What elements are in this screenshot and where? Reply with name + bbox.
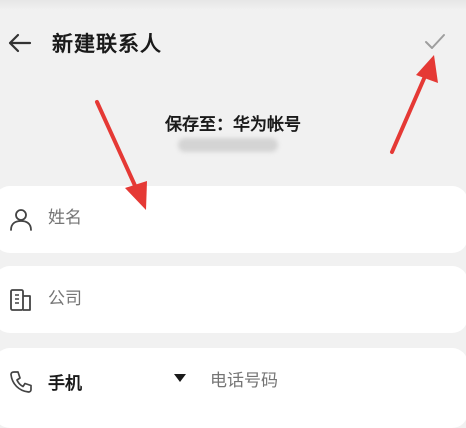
phone-field[interactable]: 手机: [0, 348, 466, 428]
page-title: 新建联系人: [52, 32, 162, 56]
phone-icon: [10, 371, 32, 393]
confirm-button[interactable]: [420, 28, 450, 56]
phone-type-selector[interactable]: 手机: [48, 369, 82, 394]
app-header: 新建联系人: [0, 0, 466, 90]
person-icon: [10, 209, 32, 231]
caret-down-icon[interactable]: [174, 373, 186, 383]
save-location-label[interactable]: 保存至：华为帐号: [0, 110, 466, 135]
company-input[interactable]: [48, 289, 408, 309]
company-field[interactable]: [0, 266, 466, 333]
check-icon: [425, 34, 445, 49]
phone-number-input[interactable]: [210, 371, 430, 391]
back-button[interactable]: [4, 28, 34, 58]
name-input[interactable]: [48, 208, 408, 228]
name-field[interactable]: [0, 186, 466, 253]
account-id-blurred: [178, 138, 278, 152]
arrow-left-icon: [8, 33, 32, 53]
building-icon: [10, 289, 31, 311]
